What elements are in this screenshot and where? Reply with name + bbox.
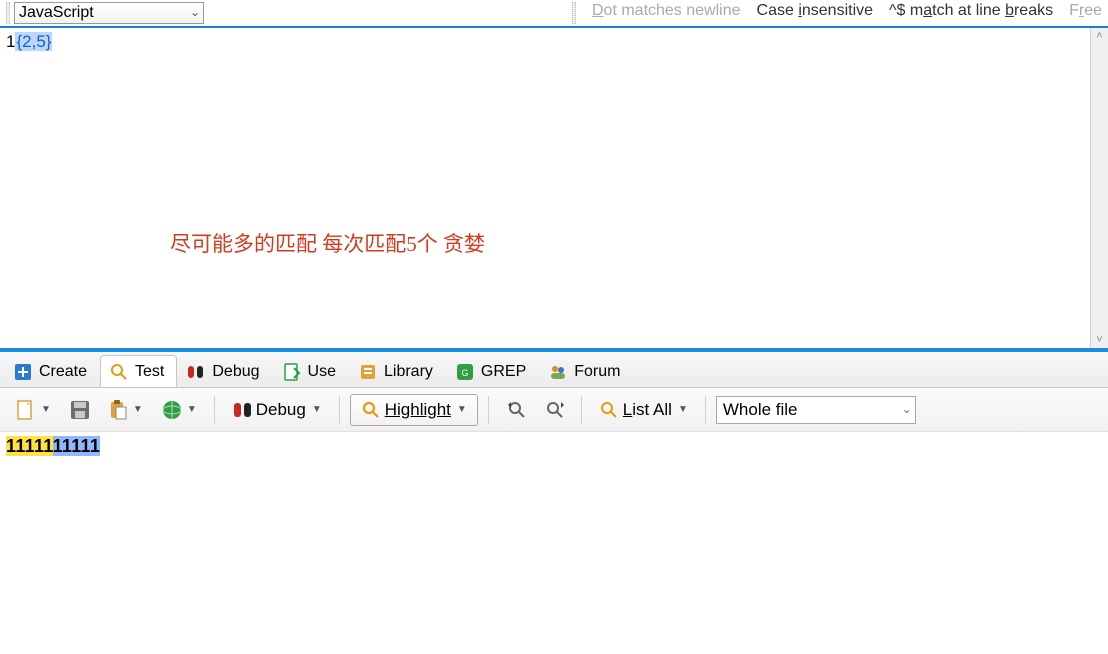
bug-icon bbox=[232, 400, 252, 420]
tab-debug-label: Debug bbox=[212, 363, 259, 381]
create-icon bbox=[13, 362, 33, 382]
flavor-value: JavaScript bbox=[19, 4, 94, 22]
chevron-down-icon: ▼ bbox=[187, 404, 197, 415]
grip[interactable] bbox=[572, 2, 576, 24]
find-prev-button[interactable] bbox=[499, 394, 533, 426]
separator bbox=[705, 396, 706, 424]
floppy-icon bbox=[69, 400, 89, 420]
regex-editor-wrapper: 1{2,5} 尽可能多的匹配 每次匹配5个 贪婪 ˄ ˅ bbox=[0, 26, 1108, 348]
use-icon bbox=[282, 362, 302, 382]
tab-grep-label: GREP bbox=[481, 363, 526, 381]
tab-library-label: Library bbox=[384, 363, 433, 381]
separator bbox=[339, 396, 340, 424]
tab-debug[interactable]: Debug bbox=[177, 355, 272, 387]
tab-grep[interactable]: G GREP bbox=[446, 355, 539, 387]
file-icon bbox=[15, 400, 35, 420]
chevron-down-icon: ⌄ bbox=[902, 402, 912, 416]
separator bbox=[581, 396, 582, 424]
highlight-label: Highlight bbox=[385, 400, 451, 420]
list-all-button[interactable]: List All ▼ bbox=[592, 394, 695, 426]
tab-create-label: Create bbox=[39, 363, 87, 381]
tab-test[interactable]: Test bbox=[100, 355, 177, 387]
chevron-down-icon: ▼ bbox=[457, 404, 467, 415]
search-icon bbox=[109, 362, 129, 382]
globe-icon bbox=[161, 400, 181, 420]
test-subject-editor[interactable]: 1111111111 bbox=[0, 432, 1108, 461]
main-tabs: Create Test Debug Use Library G GREP Fo bbox=[0, 352, 1108, 388]
separator bbox=[488, 396, 489, 424]
highlight-button[interactable]: Highlight ▼ bbox=[350, 394, 478, 426]
chevron-down-icon: ▼ bbox=[41, 404, 51, 415]
regex-line: 1{2,5} bbox=[6, 32, 1084, 52]
people-icon bbox=[548, 362, 568, 382]
flavor-select[interactable]: JavaScript ⌄ bbox=[14, 2, 204, 24]
web-button[interactable]: ▼ bbox=[154, 394, 204, 426]
chevron-down-icon: ▼ bbox=[133, 404, 143, 415]
regex-option-flags: Dot matches newline Case insensitive ^$ … bbox=[572, 2, 1102, 24]
scroll-down-icon[interactable]: ˅ bbox=[1092, 332, 1108, 348]
opt-case-insensitive[interactable]: Case insensitive bbox=[757, 2, 874, 24]
test-toolbar: ▼ ▼ ▼ Debug ▼ Highlight ▼ bbox=[0, 388, 1108, 432]
svg-text:G: G bbox=[461, 368, 468, 378]
tab-forum-label: Forum bbox=[574, 363, 620, 381]
tab-forum[interactable]: Forum bbox=[539, 355, 633, 387]
tab-test-label: Test bbox=[135, 363, 164, 381]
chevron-down-icon: ▼ bbox=[678, 404, 688, 415]
tab-library[interactable]: Library bbox=[349, 355, 446, 387]
scroll-up-icon[interactable]: ˄ bbox=[1092, 28, 1108, 44]
chevron-down-icon: ⌄ bbox=[190, 5, 200, 19]
scope-select[interactable]: Whole file ⌄ bbox=[716, 396, 916, 424]
vertical-scrollbar[interactable]: ˄ ˅ bbox=[1090, 28, 1108, 348]
list-all-label: List All bbox=[623, 400, 672, 420]
regex-quantifier: {2,5} bbox=[15, 32, 52, 51]
opt-free-spacing[interactable]: Free bbox=[1069, 2, 1102, 24]
tab-create[interactable]: Create bbox=[4, 355, 100, 387]
clipboard-icon bbox=[107, 400, 127, 420]
scope-value: Whole file bbox=[723, 400, 798, 420]
match-1: 11111 bbox=[6, 436, 53, 456]
tab-use[interactable]: Use bbox=[273, 355, 349, 387]
debug-label: Debug bbox=[256, 400, 306, 420]
find-next-button[interactable] bbox=[537, 394, 571, 426]
paste-button[interactable]: ▼ bbox=[100, 394, 150, 426]
tab-use-label: Use bbox=[308, 363, 336, 381]
search-right-icon bbox=[544, 400, 564, 420]
opt-dot-matches-newline[interactable]: Dot matches newline bbox=[592, 2, 741, 24]
debug-button[interactable]: Debug ▼ bbox=[225, 394, 329, 426]
chevron-down-icon: ▼ bbox=[312, 404, 322, 415]
opt-anchors-at-linebreaks[interactable]: ^$ match at line breaks bbox=[889, 2, 1053, 24]
search-icon bbox=[599, 400, 619, 420]
regex-editor[interactable]: 1{2,5} 尽可能多的匹配 每次匹配5个 贪婪 bbox=[0, 28, 1090, 348]
library-icon bbox=[358, 362, 378, 382]
grip[interactable] bbox=[6, 2, 10, 24]
search-left-icon bbox=[506, 400, 526, 420]
grep-icon: G bbox=[455, 362, 475, 382]
save-button[interactable] bbox=[62, 394, 96, 426]
annotation-text: 尽可能多的匹配 每次匹配5个 贪婪 bbox=[170, 228, 485, 258]
bug-icon bbox=[186, 362, 206, 382]
match-2: 11111 bbox=[53, 436, 101, 456]
search-icon bbox=[361, 400, 381, 420]
new-file-button[interactable]: ▼ bbox=[8, 394, 58, 426]
regex-options-bar: JavaScript ⌄ Dot matches newline Case in… bbox=[0, 0, 1108, 26]
separator bbox=[214, 396, 215, 424]
